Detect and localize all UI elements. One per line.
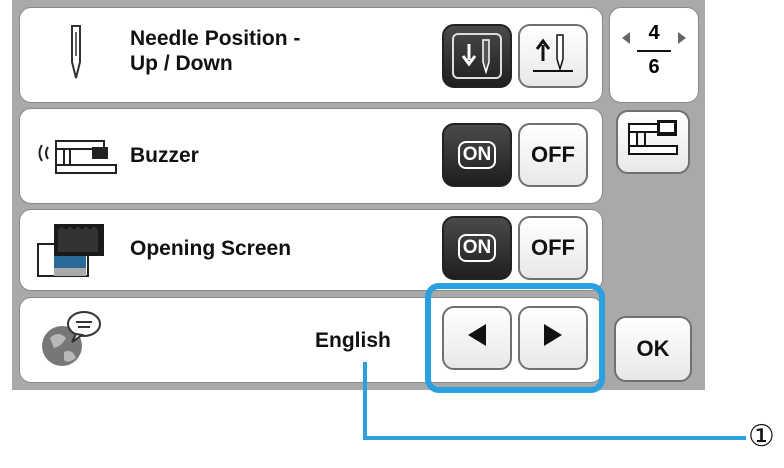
opening-screen-icon xyxy=(36,220,106,283)
page-indicator: 4 6 xyxy=(609,7,699,103)
page-divider xyxy=(637,50,671,52)
machine-settings-button[interactable] xyxy=(616,110,690,174)
buzzer-on-button[interactable]: ON xyxy=(442,123,512,187)
buzzer-off-label: OFF xyxy=(531,142,575,167)
callout-line-vertical xyxy=(363,362,367,438)
callout-number: ① xyxy=(748,419,775,454)
buzzer-label: Buzzer xyxy=(130,144,199,167)
needle-position-label: Needle Position - Up / Down xyxy=(130,27,301,75)
opening-screen-row: Opening Screen xyxy=(19,209,603,291)
opening-screen-off-button[interactable]: OFF xyxy=(518,216,588,280)
globe-speech-icon xyxy=(40,308,104,377)
page-current: 4 xyxy=(648,22,660,44)
opening-screen-label: Opening Screen xyxy=(130,237,292,260)
needle-down-button[interactable] xyxy=(442,24,512,88)
opening-screen-on-label: ON xyxy=(457,234,497,262)
needle-down-icon xyxy=(452,33,502,79)
opening-screen-on-button[interactable]: ON xyxy=(442,216,512,280)
language-value: English xyxy=(315,329,391,352)
buzzer-off-button[interactable]: OFF xyxy=(518,123,588,187)
buzzer-row: Buzzer xyxy=(19,108,603,204)
machine-sound-icon xyxy=(34,133,120,182)
needle-position-row: Needle Position - Up / Down xyxy=(19,7,603,103)
buzzer-on-label: ON xyxy=(457,141,497,169)
ok-button[interactable]: OK xyxy=(614,316,692,382)
page-total: 6 xyxy=(648,56,660,78)
needle-up-button[interactable] xyxy=(518,24,588,88)
ok-label: OK xyxy=(636,336,670,361)
needle-icon xyxy=(65,24,87,85)
callout-line-horizontal xyxy=(363,436,746,440)
opening-screen-off-label: OFF xyxy=(531,235,575,260)
needle-up-icon xyxy=(531,33,575,79)
machine-settings-icon xyxy=(625,118,681,166)
language-arrows-highlight xyxy=(425,283,605,393)
